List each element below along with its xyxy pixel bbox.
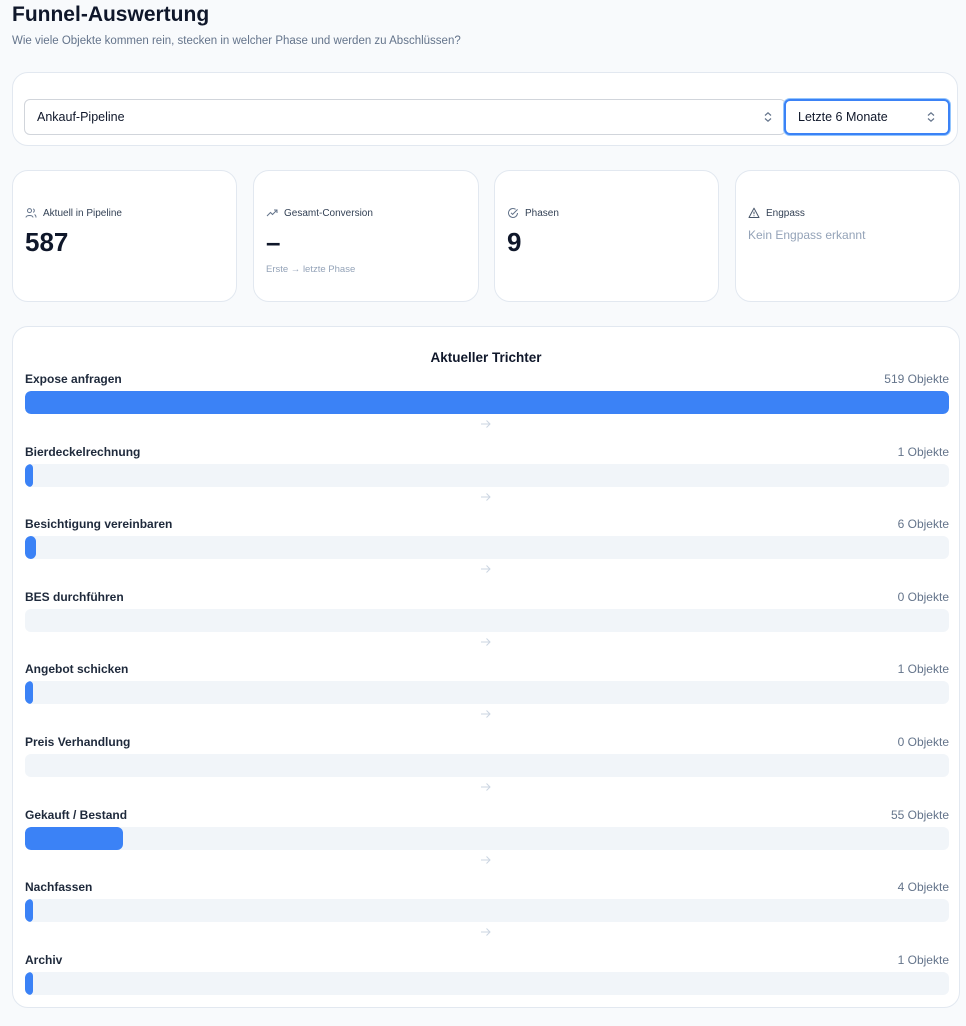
kpi-bottleneck-header: Engpass: [748, 207, 805, 219]
funnel-stage: Nachfassen 4 Objekte: [25, 880, 949, 953]
arrow-right-icon: [481, 710, 491, 719]
kpi-phases-header: Phasen: [507, 207, 559, 219]
funnel-stage: Preis Verhandlung 0 Objekte: [25, 735, 949, 808]
stage-count: 0 Objekte: [897, 589, 949, 604]
stage-bar-track: [25, 536, 949, 560]
funnel-stage: Archiv 1 Objekte: [25, 953, 949, 1026]
arrow-right-icon: [481, 420, 491, 428]
funnel-stage: Expose anfragen 519 Objekte: [25, 372, 949, 445]
stage-bar-fill: [25, 826, 123, 850]
stage-count: 0 Objekte: [897, 735, 949, 749]
stage-label: Besichtigung vereinbaren: [25, 517, 173, 532]
funnel-stage: Bierdeckelrechnung 1 Objekte: [25, 445, 949, 518]
stage-label: Expose anfragen: [25, 372, 122, 386]
page-title: Funnel-Auswertung: [12, 3, 210, 26]
kpi-conversion-header: Gesamt-Conversion: [266, 207, 373, 219]
funnel-card: Aktueller Trichter Expose anfragen 519 Ob…: [12, 326, 960, 1008]
funnel-stage: Besichtigung vereinbaren 6 Objekte: [25, 517, 949, 590]
stage-count: 519 Objekte: [884, 372, 949, 386]
arrow-right-icon: [481, 637, 491, 646]
kpi-card-bottleneck: Engpass Kein Engpass erkannt: [735, 170, 960, 302]
funnel-stage: Angebot schicken 1 Objekte: [25, 662, 949, 735]
funnel-stage: Gekauft / Bestand 55 Objekte: [25, 808, 949, 881]
stage-label: Archiv: [25, 952, 63, 967]
kpi-conversion-label: Gesamt-Conversion: [284, 207, 373, 219]
pipeline-select-value: Ankauf-Pipeline: [37, 110, 125, 124]
kpi-pipeline-label: Aktuell in Pipeline: [43, 207, 122, 219]
stage-bar-track: [25, 754, 949, 777]
arrow-right-icon: [481, 565, 491, 574]
arrow-right-icon: [481, 783, 491, 791]
stage-bar-track: [25, 681, 949, 705]
filter-card: Ankauf-Pipeline Letzte 6 Monate: [12, 72, 958, 146]
stage-bar-track: [25, 971, 949, 995]
stage-bar-track: [25, 608, 949, 632]
kpi-card-phases: Phasen 9: [494, 170, 719, 302]
page-subtitle: Wie viele Objekte kommen rein, stecken i…: [12, 35, 461, 47]
funnel-stage: BES durchführen 0 Objekte: [25, 590, 949, 663]
trending-up-icon: [266, 209, 278, 217]
period-select[interactable]: Letzte 6 Monate: [784, 99, 950, 135]
stage-bar-fill: [25, 899, 33, 923]
kpi-phases-value: 9: [507, 227, 522, 257]
stage-label: Gekauft / Bestand: [25, 807, 128, 822]
arrow-right-icon: [481, 492, 491, 501]
pipeline-select[interactable]: Ankauf-Pipeline: [24, 99, 786, 135]
arrow-right-icon: [481, 855, 491, 864]
stage-bar-fill: [25, 971, 33, 995]
kpi-card-conversion: Gesamt-Conversion – Erste → letzte Phase: [253, 170, 479, 302]
stage-label: Bierdeckelrechnung: [25, 444, 141, 459]
kpi-conversion-value: –: [266, 227, 281, 257]
stage-label: Preis Verhandlung: [25, 735, 131, 749]
chevron-up-down-icon: [927, 111, 935, 123]
chevron-up-down-icon: [764, 111, 772, 123]
stage-bar-fill: [25, 536, 36, 560]
warning-triangle-icon: [748, 207, 760, 218]
period-select-value: Letzte 6 Monate: [798, 110, 888, 124]
stage-label: Nachfassen: [25, 880, 93, 895]
stage-bar-track: [25, 463, 949, 487]
stage-bar-track: [25, 826, 949, 850]
stage-bar-fill: [25, 391, 949, 414]
kpi-conversion-note: Erste → letzte Phase: [266, 264, 356, 275]
stage-count: 1 Objekte: [897, 662, 949, 677]
stage-bar-track: [25, 899, 949, 923]
funnel-title: Aktueller Trichter: [430, 350, 542, 365]
stage-bar-track: [25, 391, 949, 414]
stage-count: 1 Objekte: [897, 444, 949, 459]
kpi-card-pipeline: Aktuell in Pipeline 587: [12, 170, 237, 302]
stage-count: 1 Objekte: [897, 952, 949, 967]
arrow-right-icon: [481, 928, 491, 937]
kpi-phases-label: Phasen: [525, 207, 559, 219]
stage-bar-fill: [25, 681, 33, 705]
users-icon: [25, 208, 37, 218]
stage-count: 4 Objekte: [897, 880, 949, 895]
stage-bar-fill: [25, 463, 33, 487]
stage-count: 6 Objekte: [897, 517, 949, 532]
stage-label: Angebot schicken: [25, 662, 129, 677]
check-circle-icon: [508, 208, 518, 218]
kpi-bottleneck-label: Engpass: [766, 207, 805, 219]
kpi-pipeline-header: Aktuell in Pipeline: [25, 207, 122, 219]
kpi-pipeline-value: 587: [25, 227, 69, 257]
kpi-bottleneck-message: Kein Engpass erkannt: [748, 228, 866, 242]
stage-count: 55 Objekte: [890, 807, 949, 822]
stage-label: BES durchführen: [25, 589, 124, 604]
